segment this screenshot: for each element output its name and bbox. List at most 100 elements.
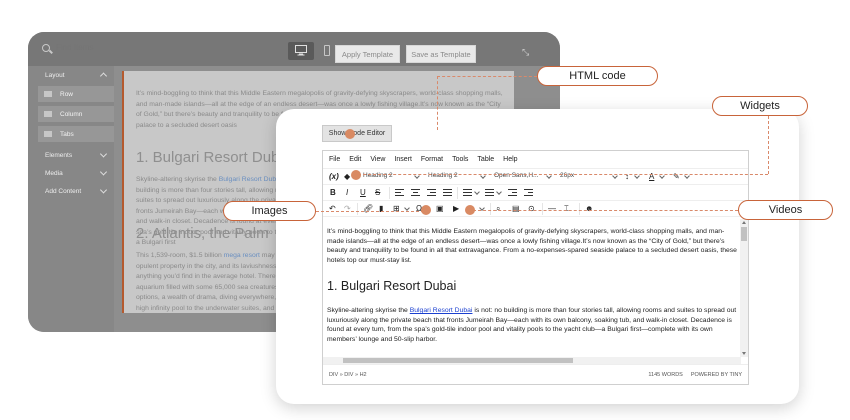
callout-widgets: Widgets: [712, 96, 808, 116]
sidebar-group-media[interactable]: Media: [28, 164, 114, 182]
scroll-down-arrow[interactable]: [742, 352, 746, 355]
preview-heading-2: 2. Atlantis, the Palm: [136, 225, 269, 242]
menu-format[interactable]: Format: [421, 156, 443, 163]
menu-file[interactable]: File: [329, 156, 340, 163]
callout-line: [768, 116, 769, 174]
scroll-up-arrow[interactable]: [742, 221, 746, 224]
callout-line: [437, 76, 438, 130]
preview-link-bulgari[interactable]: Bulgari Resort Dubai: [219, 176, 282, 183]
show-code-editor-button[interactable]: Show Code Editor: [322, 125, 392, 142]
callout-videos: Videos: [738, 200, 833, 220]
media-icon[interactable]: ▶: [453, 204, 459, 214]
callout-images: Images: [223, 201, 316, 221]
strikethrough-icon[interactable]: S: [375, 188, 380, 198]
callout-dot-images: [421, 205, 431, 215]
table-icon[interactable]: ⊞: [393, 204, 400, 214]
redo-icon[interactable]: ↷: [344, 204, 351, 214]
callout-line: [437, 76, 537, 77]
search-box[interactable]: [42, 43, 206, 52]
sidebar-item-label: Tabs: [60, 130, 74, 138]
content-paragraph-1: Skyline-altering skyrise the Bulgari Res…: [327, 307, 737, 343]
scroll-thumb[interactable]: [741, 227, 747, 241]
sidebar-item-label: Row: [60, 90, 74, 98]
variable-icon[interactable]: (x): [329, 172, 339, 182]
menu-insert[interactable]: Insert: [394, 156, 412, 163]
callout-dot-videos: [465, 205, 475, 215]
paste-text-icon[interactable]: ▤: [512, 204, 520, 214]
page-break-icon[interactable]: ⌶: [564, 204, 569, 214]
justify-icon[interactable]: [443, 189, 452, 197]
sidebar-item-row[interactable]: Row: [38, 86, 114, 102]
menu-edit[interactable]: Edit: [349, 156, 361, 163]
builder-toolbar: Apply Template Save as Template ⤡: [28, 32, 560, 66]
widget-block-icon[interactable]: ◆: [344, 172, 350, 182]
search-input[interactable]: [56, 43, 206, 52]
link-icon[interactable]: 🔗︎: [363, 204, 373, 214]
sidebar-group-label: Media: [45, 169, 63, 177]
callout-line: [316, 211, 424, 212]
tabs-icon: [44, 131, 52, 137]
callout-html-code: HTML code: [537, 66, 658, 86]
row-icon: [44, 91, 52, 97]
sidebar-item-tabs[interactable]: Tabs: [38, 126, 114, 142]
content-link-bulgari[interactable]: Bulgari Resort Dubai: [410, 307, 473, 314]
image-icon[interactable]: ▣: [436, 204, 444, 214]
preview-link-mega-resort[interactable]: mega resort: [224, 252, 260, 259]
callout-line: [473, 210, 738, 211]
sidebar-item-column[interactable]: Column: [38, 106, 114, 122]
menu-help[interactable]: Help: [503, 156, 517, 163]
sidebar-group-add-content[interactable]: Add Content: [28, 182, 114, 200]
outdent-icon[interactable]: [508, 189, 517, 197]
scroll-thumb[interactable]: [343, 358, 573, 363]
toolbar-row-2: B I U S: [323, 185, 748, 201]
align-right-icon[interactable]: [427, 189, 436, 197]
word-count[interactable]: 1145 WORDS: [648, 372, 682, 378]
expand-icon[interactable]: ⤡: [522, 48, 531, 57]
horizontal-scrollbar[interactable]: [323, 357, 741, 364]
bullet-list-icon[interactable]: [463, 189, 472, 197]
help-icon[interactable]: ⊙: [528, 204, 535, 214]
bold-icon[interactable]: B: [330, 188, 336, 198]
sidebar-group-elements[interactable]: Elements: [28, 146, 114, 164]
undo-icon[interactable]: ↶: [329, 204, 336, 214]
menu-view[interactable]: View: [370, 156, 385, 163]
menu-table[interactable]: Table: [477, 156, 494, 163]
editor-window: Show Code Editor File Edit View Insert F…: [276, 109, 799, 404]
chevron-down-icon: [404, 205, 410, 211]
powered-by[interactable]: POWERED BY TINY: [691, 372, 742, 378]
vertical-scrollbar[interactable]: [740, 219, 748, 357]
chevron-down-icon: [474, 189, 480, 195]
content-intro: It’s mind-boggling to think that this Mi…: [327, 228, 737, 264]
editor-content[interactable]: It’s mind-boggling to think that this Mi…: [323, 219, 741, 357]
builder-sidebar: Layout Row Column Tabs Elements Media Ad…: [28, 66, 114, 332]
chevron-up-icon: [99, 72, 108, 80]
align-left-icon[interactable]: [395, 189, 404, 197]
desktop-view-button[interactable]: [288, 42, 314, 60]
search-replace-icon[interactable]: ⌕: [496, 204, 500, 214]
content-heading-1: 1. Bulgari Resort Dubai: [327, 279, 457, 293]
toolbar-separator: [357, 203, 358, 215]
menu-tools[interactable]: Tools: [452, 156, 468, 163]
apply-template-button[interactable]: Apply Template: [335, 45, 400, 63]
align-center-icon[interactable]: [411, 189, 420, 197]
sidebar-group-label: Elements: [45, 151, 73, 159]
toolbar-row-3: ↶ ↷ 🔗︎ ▮ ⊞ Ω ▣ ▶ ☺ ⌕ ▤ ⊙ — ⌶ ☻: [323, 201, 748, 217]
underline-icon[interactable]: U: [360, 188, 366, 198]
statusbar-right: 1145 WORDS POWERED BY TINY: [648, 372, 742, 378]
emoticons-icon[interactable]: ☻: [585, 204, 593, 214]
save-as-template-button[interactable]: Save as Template: [406, 45, 476, 63]
element-path[interactable]: DIV » DIV » H2: [329, 372, 367, 378]
italic-icon[interactable]: I: [346, 188, 348, 198]
callout-dot-html-code: [345, 129, 355, 139]
toolbar-separator: [490, 203, 491, 215]
bookmark-icon[interactable]: ▮: [379, 204, 383, 214]
mobile-view-icon[interactable]: [324, 45, 330, 56]
numbered-list-icon[interactable]: [485, 189, 494, 197]
rich-text-editor: File Edit View Insert Format Tools Table…: [322, 150, 749, 385]
column-icon: [44, 111, 52, 117]
indent-icon[interactable]: [524, 189, 533, 197]
sidebar-group-layout[interactable]: Layout: [28, 66, 114, 84]
search-icon: [42, 43, 50, 52]
horizontal-rule-icon[interactable]: —: [548, 204, 556, 214]
callout-dot-widgets: [351, 170, 361, 180]
